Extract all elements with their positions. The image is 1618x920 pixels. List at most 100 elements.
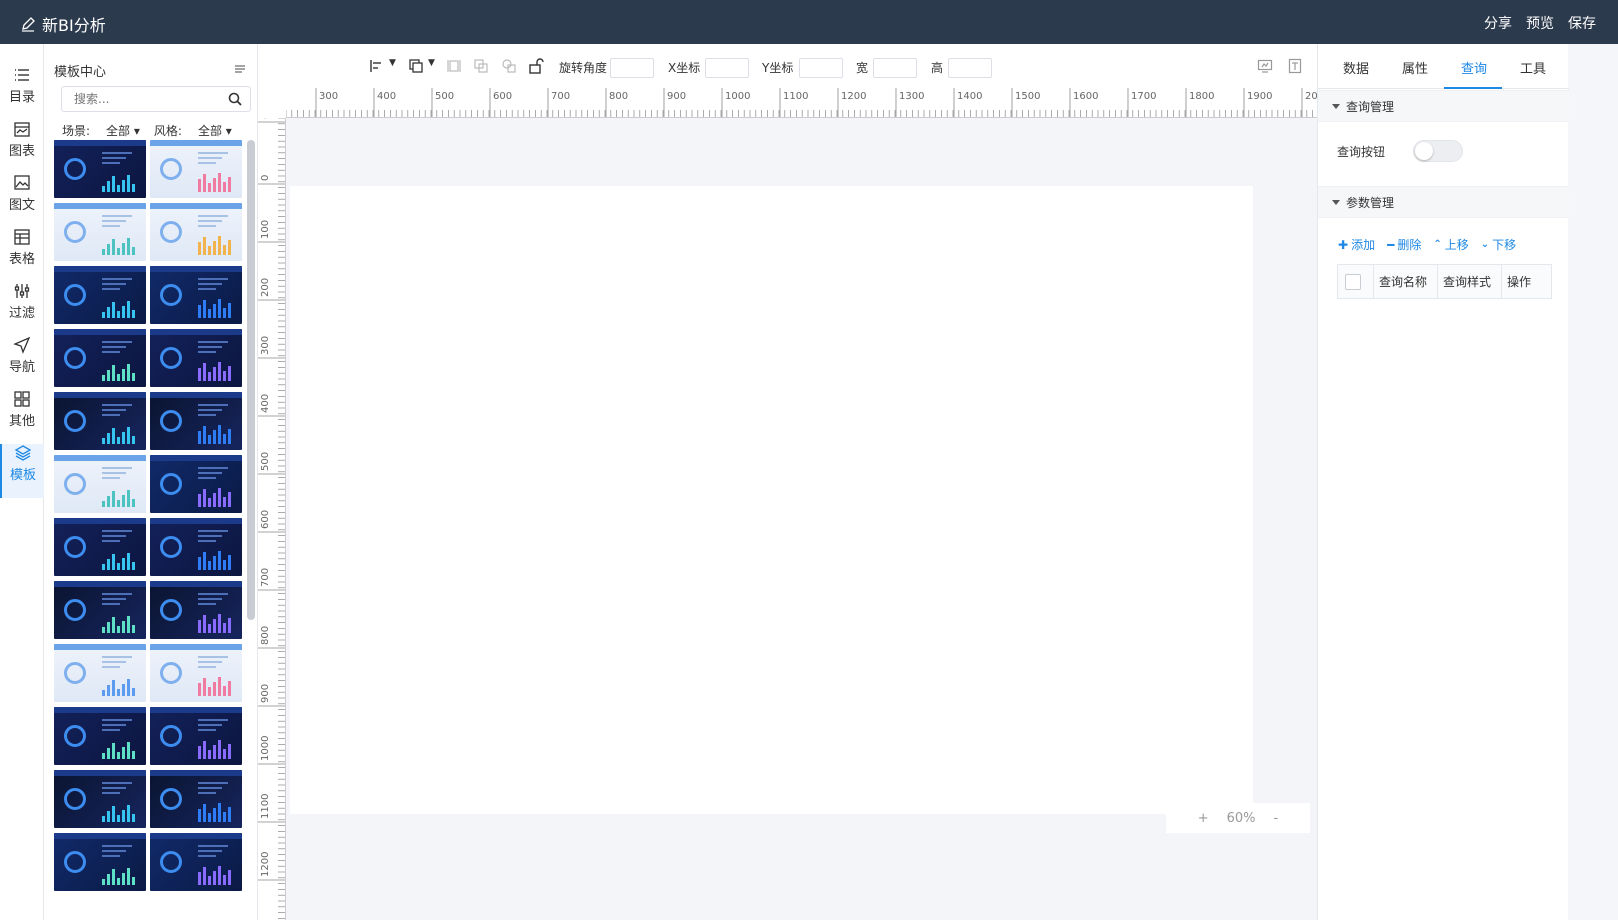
search-icon[interactable] [228, 92, 242, 106]
y-coordinate-label: Y坐标 [762, 61, 794, 75]
grid-icon [14, 391, 30, 407]
property-tabs: 数据 属性 查询 工具 [1318, 44, 1569, 89]
select-all-checkbox[interactable] [1345, 273, 1361, 290]
canvas-area[interactable]: 300 400 500 600 700 800 900 1000 1100 1200 1300 140… [258, 88, 1317, 920]
template-thumbnail[interactable] [54, 644, 146, 702]
preview-button[interactable]: 预览 [1526, 13, 1554, 33]
template-thumbnail[interactable] [54, 140, 146, 198]
template-thumbnail[interactable] [54, 392, 146, 450]
height-input[interactable] [948, 58, 992, 78]
ruler-tick-label: 400 [260, 394, 271, 413]
y-coordinate-input[interactable] [799, 58, 843, 78]
group-icon[interactable] [473, 58, 489, 74]
page-settings-icon[interactable] [1287, 58, 1303, 74]
template-thumbnail[interactable] [54, 707, 146, 765]
template-thumbnail[interactable] [150, 392, 242, 450]
template-icon [14, 445, 32, 461]
template-thumbnail[interactable] [54, 203, 146, 261]
caret-down-icon [1332, 199, 1340, 205]
template-panel-title: 模板中心 [54, 65, 107, 80]
save-button[interactable]: 保存 [1568, 13, 1596, 33]
template-search-input[interactable] [74, 87, 224, 111]
ruler-tick-label: 1300 [899, 91, 924, 102]
template-thumbnail[interactable] [150, 329, 242, 387]
zoom-out-button[interactable]: - [1274, 811, 1279, 826]
layer-icon[interactable] [408, 58, 424, 74]
list-icon [15, 69, 29, 81]
add-param-button[interactable]: ✚ 添加 [1338, 236, 1375, 253]
template-thumbnail[interactable] [150, 707, 242, 765]
rail-item-template[interactable]: 模板 [0, 444, 44, 498]
param-management-header[interactable]: 参数管理 [1318, 186, 1569, 218]
rail-item-other[interactable]: 其他 [0, 390, 44, 444]
rail-item-image-text[interactable]: 图文 [0, 174, 44, 228]
ruler-tick-label: 200 [1305, 91, 1317, 102]
canvas-page[interactable] [290, 186, 1253, 814]
share-button[interactable]: 分享 [1484, 13, 1512, 33]
template-scrollbar[interactable] [247, 140, 255, 620]
template-thumbnail[interactable] [54, 770, 146, 828]
template-thumbnail[interactable] [54, 581, 146, 639]
caret-down-icon: ▾ [221, 124, 232, 138]
template-thumbnail[interactable] [54, 329, 146, 387]
move-up-button[interactable]: ⌃ 上移 [1433, 236, 1468, 253]
delete-label: 删除 [1397, 238, 1422, 252]
tab-query[interactable]: 查询 [1461, 58, 1487, 77]
query-management-header[interactable]: 查询管理 [1318, 90, 1569, 122]
ruler-tick-label: 700 [551, 91, 570, 102]
template-thumbnail[interactable] [150, 203, 242, 261]
col-query-style: 查询样式 [1438, 265, 1502, 298]
tab-properties[interactable]: 属性 [1402, 58, 1428, 77]
ruler-tick-label: 300 [260, 336, 271, 355]
style-dropdown[interactable]: 全部 ▾ [198, 122, 232, 139]
rail-item-chart[interactable]: 图表 [0, 120, 44, 174]
screen-fit-icon[interactable] [1257, 58, 1273, 74]
template-thumbnail[interactable] [54, 833, 146, 891]
align-dropdown-caret-icon[interactable]: ▼ [389, 58, 396, 68]
template-thumbnail[interactable] [150, 455, 242, 513]
collapse-icon[interactable] [233, 62, 247, 76]
distribute-icon[interactable] [446, 58, 462, 74]
template-thumbnail[interactable] [54, 518, 146, 576]
query-button-toggle[interactable] [1413, 140, 1463, 162]
rail-label: 图表 [8, 144, 35, 159]
ruler-tick-label: 1100 [260, 794, 271, 819]
template-thumbnail[interactable] [150, 140, 242, 198]
x-coordinate-input[interactable] [705, 58, 749, 78]
delete-param-button[interactable]: ━ 删除 [1387, 236, 1421, 253]
ruler-tick-label: 1000 [260, 736, 271, 761]
x-coordinate-label: X坐标 [668, 61, 701, 75]
top-bar: 新BI分析 分享 预览 保存 [0, 0, 1618, 44]
rail-item-filter[interactable]: 过滤 [0, 282, 44, 336]
template-thumbnail[interactable] [54, 266, 146, 324]
move-down-button[interactable]: ⌄ 下移 [1481, 236, 1516, 253]
rail-item-navigation[interactable]: 导航 [0, 336, 44, 390]
template-thumbnail[interactable] [150, 581, 242, 639]
align-left-icon[interactable] [369, 58, 385, 74]
col-operations: 操作 [1507, 275, 1532, 289]
template-thumbnail[interactable] [150, 644, 242, 702]
layer-dropdown-caret-icon[interactable]: ▼ [428, 58, 435, 68]
zoom-in-button[interactable]: + [1198, 811, 1209, 826]
width-input[interactable] [873, 58, 917, 78]
query-management-title: 查询管理 [1346, 99, 1395, 114]
ruler-tick-label: 1100 [783, 91, 808, 102]
template-thumbnail[interactable] [150, 518, 242, 576]
unlock-icon[interactable] [528, 58, 544, 74]
rail-item-table[interactable]: 表格 [0, 228, 44, 282]
tab-data[interactable]: 数据 [1343, 58, 1369, 77]
template-thumbnail[interactable] [150, 833, 242, 891]
style-value: 全部 [197, 124, 222, 138]
rail-item-catalog[interactable]: 目录 [0, 66, 44, 120]
template-thumbnail[interactable] [150, 266, 242, 324]
tab-tools[interactable]: 工具 [1520, 58, 1546, 77]
rail-label: 其他 [8, 414, 35, 429]
minus-icon: ━ [1387, 237, 1395, 252]
col-query-name: 查询名称 [1374, 265, 1438, 298]
template-thumbnail[interactable] [54, 455, 146, 513]
template-thumbnail[interactable] [150, 770, 242, 828]
scene-dropdown[interactable]: 全部 ▾ [106, 122, 140, 139]
ungroup-icon[interactable] [501, 58, 517, 74]
rotation-input[interactable] [610, 58, 654, 78]
property-panel: 数据 属性 查询 工具 查询管理 查询按钮 参数管理 ✚ 添加 ━ 删除 ⌃ 上移 ⌄… [1317, 44, 1569, 920]
